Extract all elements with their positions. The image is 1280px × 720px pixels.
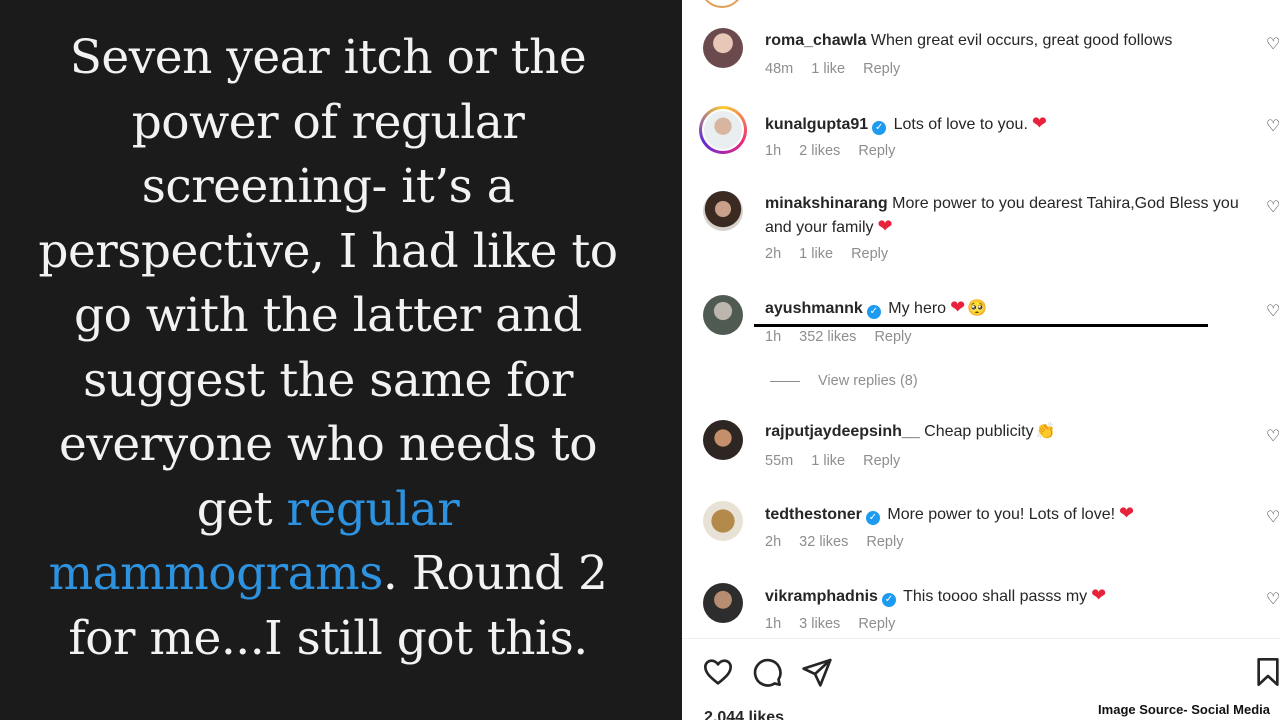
clapping-hands-emoji-icon: 👏 <box>1035 423 1056 440</box>
reply-button[interactable]: Reply <box>874 329 911 345</box>
annotation-underline <box>754 324 1208 327</box>
avatar[interactable] <box>703 501 743 541</box>
verified-badge-icon: ✓ <box>872 121 887 135</box>
comment-meta: 1h 2 likes Reply <box>765 143 909 159</box>
heart-icon[interactable]: ♡ <box>1266 426 1280 446</box>
heart-emoji-icon: ❤ <box>1031 113 1047 133</box>
comment-body: vikramphadnis ✓ This toooo shall passs my… <box>765 584 1243 608</box>
comment-username[interactable]: rajputjaydeepsinh__ <box>765 423 920 440</box>
post-quote-text: Seven year itch or the power of regular … <box>22 26 634 671</box>
comment-body: minakshinarang More power to you dearest… <box>765 193 1243 239</box>
comment-username[interactable]: tedthestoner <box>765 506 862 523</box>
heart-icon[interactable]: ♡ <box>1266 507 1280 527</box>
heart-icon[interactable]: ♡ <box>1266 34 1280 54</box>
reply-button[interactable]: Reply <box>851 246 888 262</box>
avatar[interactable] <box>703 583 743 623</box>
comment-likes[interactable]: 1 like <box>799 246 833 262</box>
comments-panel: roma_chawla When great evil occurs, grea… <box>682 0 1280 720</box>
comment-username[interactable]: kunalgupta91 <box>765 116 868 133</box>
verified-badge-icon: ✓ <box>865 511 880 525</box>
comment-likes[interactable]: 352 likes <box>799 329 856 345</box>
post-image: Seven year itch or the power of regular … <box>0 0 682 720</box>
avatar[interactable] <box>703 420 743 460</box>
comment-meta: 2h 32 likes Reply <box>765 534 917 550</box>
divider <box>682 638 1280 639</box>
quote-text-part: Seven year itch or the power of regular … <box>38 30 618 537</box>
comment-time: 2h <box>765 534 782 550</box>
reply-button[interactable]: Reply <box>858 143 895 159</box>
heart-icon[interactable]: ♡ <box>1266 197 1280 217</box>
comment-body: kunalgupta91 ✓ Lots of love to you. ❤ <box>765 112 1243 136</box>
comment-meta: 1h 352 likes Reply <box>765 329 926 345</box>
comment-text: Cheap publicity <box>924 423 1034 440</box>
comment-username[interactable]: ayushmannk <box>765 300 863 317</box>
comment-username[interactable]: roma_chawla <box>765 32 866 49</box>
image-source-caption: Image Source- Social Media <box>1098 701 1270 718</box>
comment-time: 55m <box>765 453 794 469</box>
heart-emoji-icon: ❤ <box>1119 503 1135 523</box>
share-icon[interactable] <box>801 656 833 688</box>
reply-button[interactable]: Reply <box>863 453 900 469</box>
comment-text: When great evil occurs, great good follo… <box>870 32 1173 49</box>
heart-icon[interactable] <box>702 656 734 688</box>
comment-text: My hero <box>888 300 947 317</box>
divider <box>770 380 800 382</box>
comment-text: Lots of love to you. <box>893 116 1028 133</box>
avatar[interactable] <box>700 0 744 8</box>
heart-icon[interactable]: ♡ <box>1266 116 1280 136</box>
avatar[interactable] <box>703 28 743 68</box>
verified-badge-icon: ✓ <box>866 305 881 319</box>
comment-meta: 1h 3 likes Reply <box>765 616 909 632</box>
comment-username[interactable]: vikramphadnis <box>765 588 878 605</box>
heart-emoji-icon: ❤ <box>950 297 966 317</box>
likes-count[interactable]: 2,044 likes <box>704 706 784 720</box>
comment-text: More power to you! Lots of love! <box>887 506 1116 523</box>
comment-body: rajputjaydeepsinh__ Cheap publicity 👏 <box>765 421 1243 443</box>
comment-likes[interactable]: 2 likes <box>799 143 840 159</box>
avatar[interactable] <box>699 106 747 154</box>
comment-likes[interactable]: 1 like <box>811 61 845 77</box>
comment-likes[interactable]: 3 likes <box>799 616 840 632</box>
comment-time: 1h <box>765 329 782 345</box>
comment-meta: 55m 1 like Reply <box>765 453 914 469</box>
avatar[interactable] <box>703 191 743 231</box>
reply-button[interactable]: Reply <box>863 61 900 77</box>
pleading-face-emoji-icon: 🥺 <box>967 300 988 317</box>
comment-meta: 48m 1 like Reply <box>765 61 914 77</box>
comment-time: 2h <box>765 246 782 262</box>
comment-likes[interactable]: 1 like <box>811 453 845 469</box>
comment-icon[interactable] <box>751 656 783 688</box>
avatar[interactable] <box>703 295 743 335</box>
verified-badge-icon: ✓ <box>881 593 896 607</box>
view-replies-button[interactable]: View replies (8) <box>770 373 918 389</box>
reply-button[interactable]: Reply <box>858 616 895 632</box>
heart-icon[interactable]: ♡ <box>1266 589 1280 609</box>
heart-emoji-icon: ❤ <box>1091 585 1107 605</box>
heart-emoji-icon: ❤ <box>877 216 893 236</box>
view-replies-label[interactable]: View replies (8) <box>818 373 918 389</box>
comment-body: ayushmannk ✓ My hero ❤ 🥺 <box>765 296 1243 320</box>
reply-button[interactable]: Reply <box>866 534 903 550</box>
comment-body: roma_chawla When great evil occurs, grea… <box>765 30 1243 52</box>
comment-likes[interactable]: 32 likes <box>799 534 848 550</box>
comment-time: 48m <box>765 61 794 77</box>
comment-time: 1h <box>765 616 782 632</box>
heart-icon[interactable]: ♡ <box>1266 301 1280 321</box>
comment-meta: 2h 1 like Reply <box>765 246 902 262</box>
comment-body: tedthestoner ✓ More power to you! Lots of… <box>765 502 1243 526</box>
comment-time: 1h <box>765 143 782 159</box>
comment-username[interactable]: minakshinarang <box>765 195 888 212</box>
comment-text: This toooo shall passs my <box>903 588 1088 605</box>
bookmark-icon[interactable] <box>1252 656 1280 688</box>
